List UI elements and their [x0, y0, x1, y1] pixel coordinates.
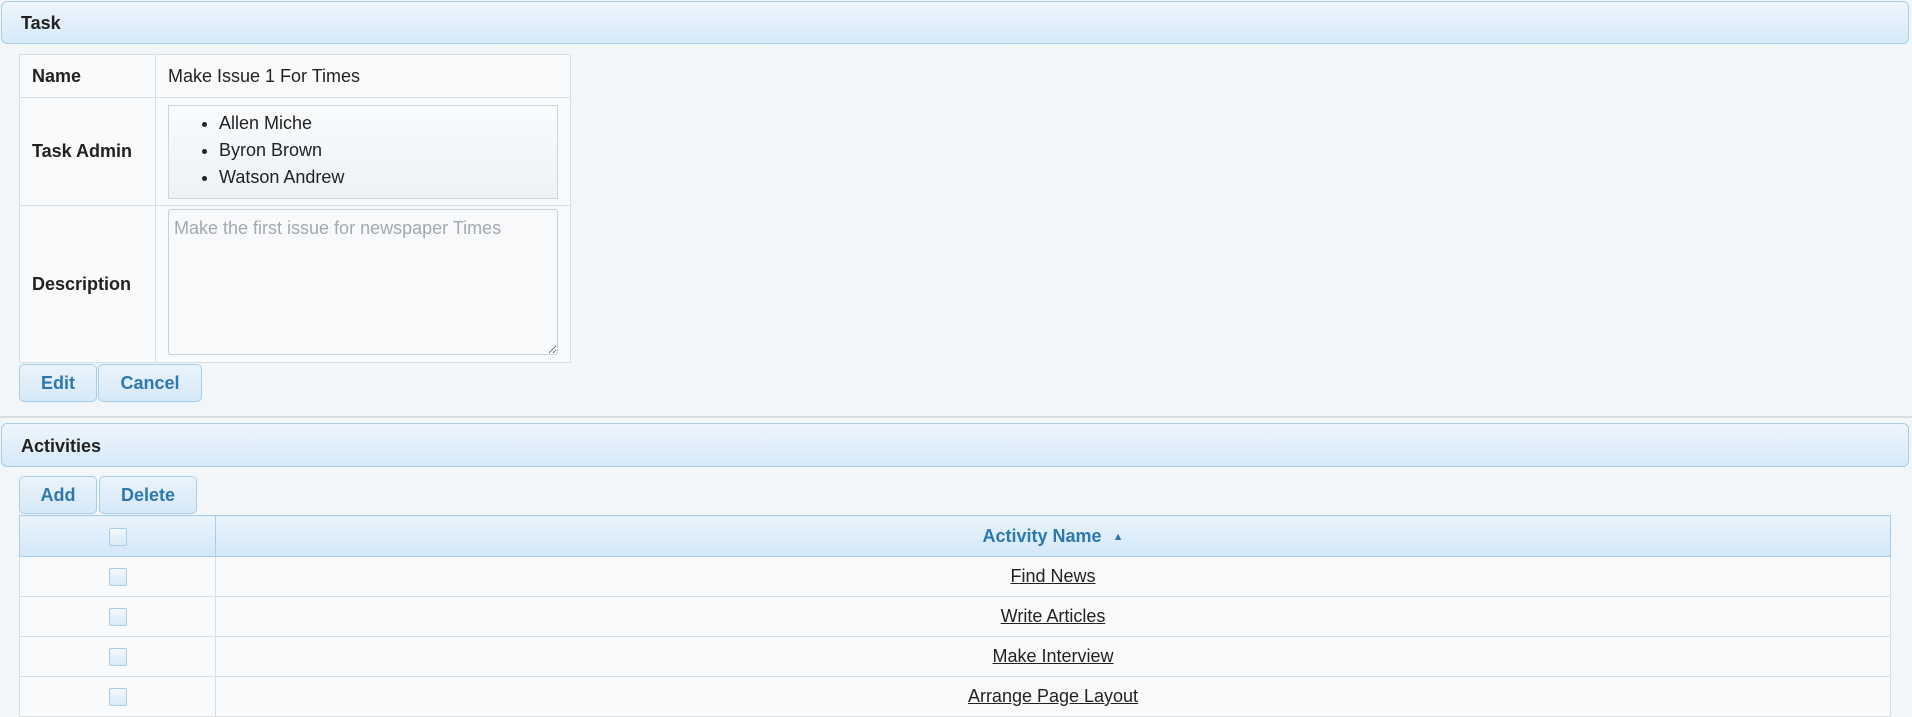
- table-header-row: Activity Name ▲︎: [19, 515, 1891, 557]
- add-button[interactable]: Add: [19, 476, 97, 514]
- select-all-cell: [19, 515, 216, 557]
- task-panel-header: Task: [1, 1, 1909, 44]
- activity-link[interactable]: Make Interview: [992, 646, 1113, 666]
- activity-cell: Arrange Page Layout: [215, 676, 1891, 717]
- task-form: Name Make Issue 1 For Times Task Admin A…: [19, 54, 571, 363]
- select-all-checkbox[interactable]: [108, 527, 127, 546]
- table-row: Write Articles: [19, 596, 1891, 637]
- description-textarea[interactable]: [168, 208, 558, 355]
- row-checkbox-cell: [19, 556, 216, 597]
- table-row: Make Interview: [19, 636, 1891, 677]
- admin-list-item: Allen Miche: [219, 110, 557, 137]
- description-label: Description: [19, 205, 156, 363]
- description-row: Description: [19, 205, 571, 363]
- task-admin-label: Task Admin: [19, 97, 156, 206]
- row-checkbox-cell: [19, 676, 216, 717]
- edit-button[interactable]: Edit: [19, 364, 97, 402]
- activity-link[interactable]: Write Articles: [1001, 606, 1106, 626]
- activities-panel-header: Activities: [1, 423, 1909, 467]
- table-row: Arrange Page Layout: [19, 676, 1891, 717]
- activity-name-column-header[interactable]: Activity Name ▲︎: [215, 515, 1891, 557]
- description-cell: [155, 205, 571, 363]
- activity-cell: Make Interview: [215, 636, 1891, 677]
- section-divider: [0, 416, 1912, 418]
- sort-icon[interactable]: ▲︎: [1113, 531, 1124, 543]
- row-checkbox[interactable]: [108, 648, 127, 667]
- admin-list-item: Byron Brown: [219, 137, 557, 164]
- admin-list-item: Watson Andrew: [219, 164, 557, 191]
- task-admin-cell: Allen Miche Byron Brown Watson Andrew: [155, 97, 571, 206]
- row-checkbox[interactable]: [108, 568, 127, 587]
- row-checkbox[interactable]: [108, 688, 127, 707]
- cancel-button[interactable]: Cancel: [98, 364, 202, 402]
- activity-link[interactable]: Find News: [1010, 566, 1095, 586]
- row-checkbox-cell: [19, 636, 216, 677]
- table-row: Find News: [19, 556, 1891, 597]
- delete-button[interactable]: Delete: [99, 476, 197, 514]
- row-checkbox-cell: [19, 596, 216, 637]
- task-admin-row: Task Admin Allen Miche Byron Brown Watso…: [19, 97, 571, 206]
- activities-table: Activity Name ▲︎ Find News Write Article…: [19, 515, 1891, 717]
- activity-link[interactable]: Arrange Page Layout: [968, 686, 1138, 706]
- column-header-label: Activity Name: [982, 525, 1102, 546]
- name-row: Name Make Issue 1 For Times: [19, 54, 571, 98]
- name-value: Make Issue 1 For Times: [155, 54, 571, 98]
- activity-cell: Write Articles: [215, 596, 1891, 637]
- name-label: Name: [19, 54, 156, 98]
- activity-cell: Find News: [215, 556, 1891, 597]
- row-checkbox[interactable]: [108, 608, 127, 627]
- task-admin-list: Allen Miche Byron Brown Watson Andrew: [168, 104, 558, 199]
